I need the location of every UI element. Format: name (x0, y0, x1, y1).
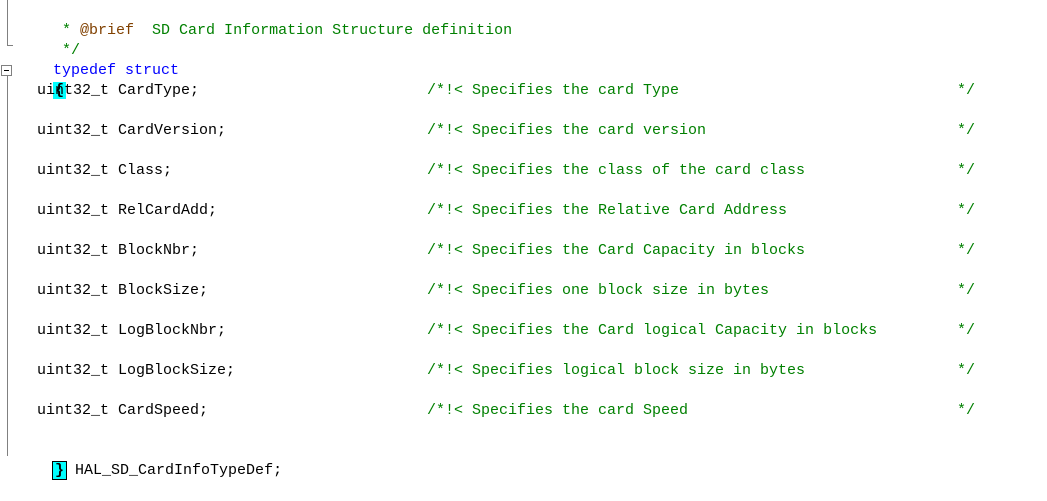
struct-field-line[interactable]: uint32_t CardVersion; /*!< Specifies the … (17, 121, 1037, 141)
field-declaration: uint32_t BlockNbr; (37, 242, 200, 259)
struct-field-line[interactable]: uint32_t Class; /*!< Specifies the class … (17, 161, 1037, 181)
field-comment-end: */ (957, 82, 976, 99)
field-comment-end: */ (957, 242, 976, 259)
code-line-comment-close[interactable]: */ (17, 21, 80, 59)
field-comment-end: */ (957, 282, 976, 299)
field-declaration: uint32_t Class; (37, 162, 173, 179)
struct-field-line[interactable]: uint32_t CardSpeed; /*!< Specifies the ca… (17, 401, 1037, 421)
field-declaration: uint32_t LogBlockNbr; (37, 322, 227, 339)
struct-field-line[interactable]: uint32_t BlockNbr; /*!< Specifies the Car… (17, 241, 1037, 261)
fold-gutter (0, 0, 14, 475)
field-comment: /*!< Specifies the Card logical Capacity… (427, 322, 878, 339)
field-comment-end: */ (957, 322, 976, 339)
code-line-open-brace[interactable]: { (17, 61, 67, 99)
field-comment: /*!< Specifies one block size in bytes (427, 282, 770, 299)
fold-line-block (7, 76, 8, 456)
field-declaration: uint32_t CardVersion; (37, 122, 227, 139)
field-comment: /*!< Specifies logical block size in byt… (427, 362, 806, 379)
field-declaration: uint32_t CardType; (37, 82, 200, 99)
fold-end-marker (7, 45, 13, 46)
fold-collapse-icon[interactable] (1, 65, 12, 76)
field-comment: /*!< Specifies the Card Capacity in bloc… (427, 242, 806, 259)
code-line-close[interactable]: } HAL_SD_CardInfoTypeDef; (17, 441, 282, 480)
field-comment: /*!< Specifies the Relative Card Address (427, 202, 788, 219)
field-declaration: uint32_t LogBlockSize; (37, 362, 236, 379)
field-comment-end: */ (957, 122, 976, 139)
struct-field-line[interactable]: uint32_t RelCardAdd; /*!< Specifies the R… (17, 201, 1037, 221)
field-comment-end: */ (957, 202, 976, 219)
field-comment: /*!< Specifies the class of the card cla… (427, 162, 806, 179)
struct-type-name: HAL_SD_CardInfoTypeDef; (66, 462, 283, 479)
close-brace-highlight: } (52, 461, 68, 480)
field-comment: /*!< Specifies the card Speed (427, 402, 689, 419)
field-comment: /*!< Specifies the card version (427, 122, 707, 139)
code-line-brief[interactable]: * @brief SD Card Information Structure d… (17, 1, 512, 39)
struct-field-line[interactable]: uint32_t BlockSize; /*!< Specifies one bl… (17, 281, 1037, 301)
code-editor[interactable]: * @brief SD Card Information Structure d… (0, 0, 1047, 480)
doc-brief-tag: @brief (80, 22, 135, 39)
fold-line-upper (7, 0, 8, 45)
struct-field-line[interactable]: uint32_t CardType; /*!< Specifies the car… (17, 81, 1037, 101)
typedef-struct-keyword: typedef struct (53, 62, 180, 79)
field-comment-end: */ (957, 402, 976, 419)
field-comment: /*!< Specifies the card Type (427, 82, 680, 99)
code-line-typedef[interactable]: typedef struct (17, 41, 179, 79)
brief-description: SD Card Information Structure definition (134, 22, 513, 39)
field-comment-end: */ (957, 162, 976, 179)
field-declaration: uint32_t RelCardAdd; (37, 202, 218, 219)
field-comment-end: */ (957, 362, 976, 379)
field-declaration: uint32_t BlockSize; (37, 282, 209, 299)
struct-field-line[interactable]: uint32_t LogBlockNbr; /*!< Specifies the … (17, 321, 1037, 341)
field-declaration: uint32_t CardSpeed; (37, 402, 209, 419)
struct-field-line[interactable]: uint32_t LogBlockSize; /*!< Specifies log… (17, 361, 1037, 381)
